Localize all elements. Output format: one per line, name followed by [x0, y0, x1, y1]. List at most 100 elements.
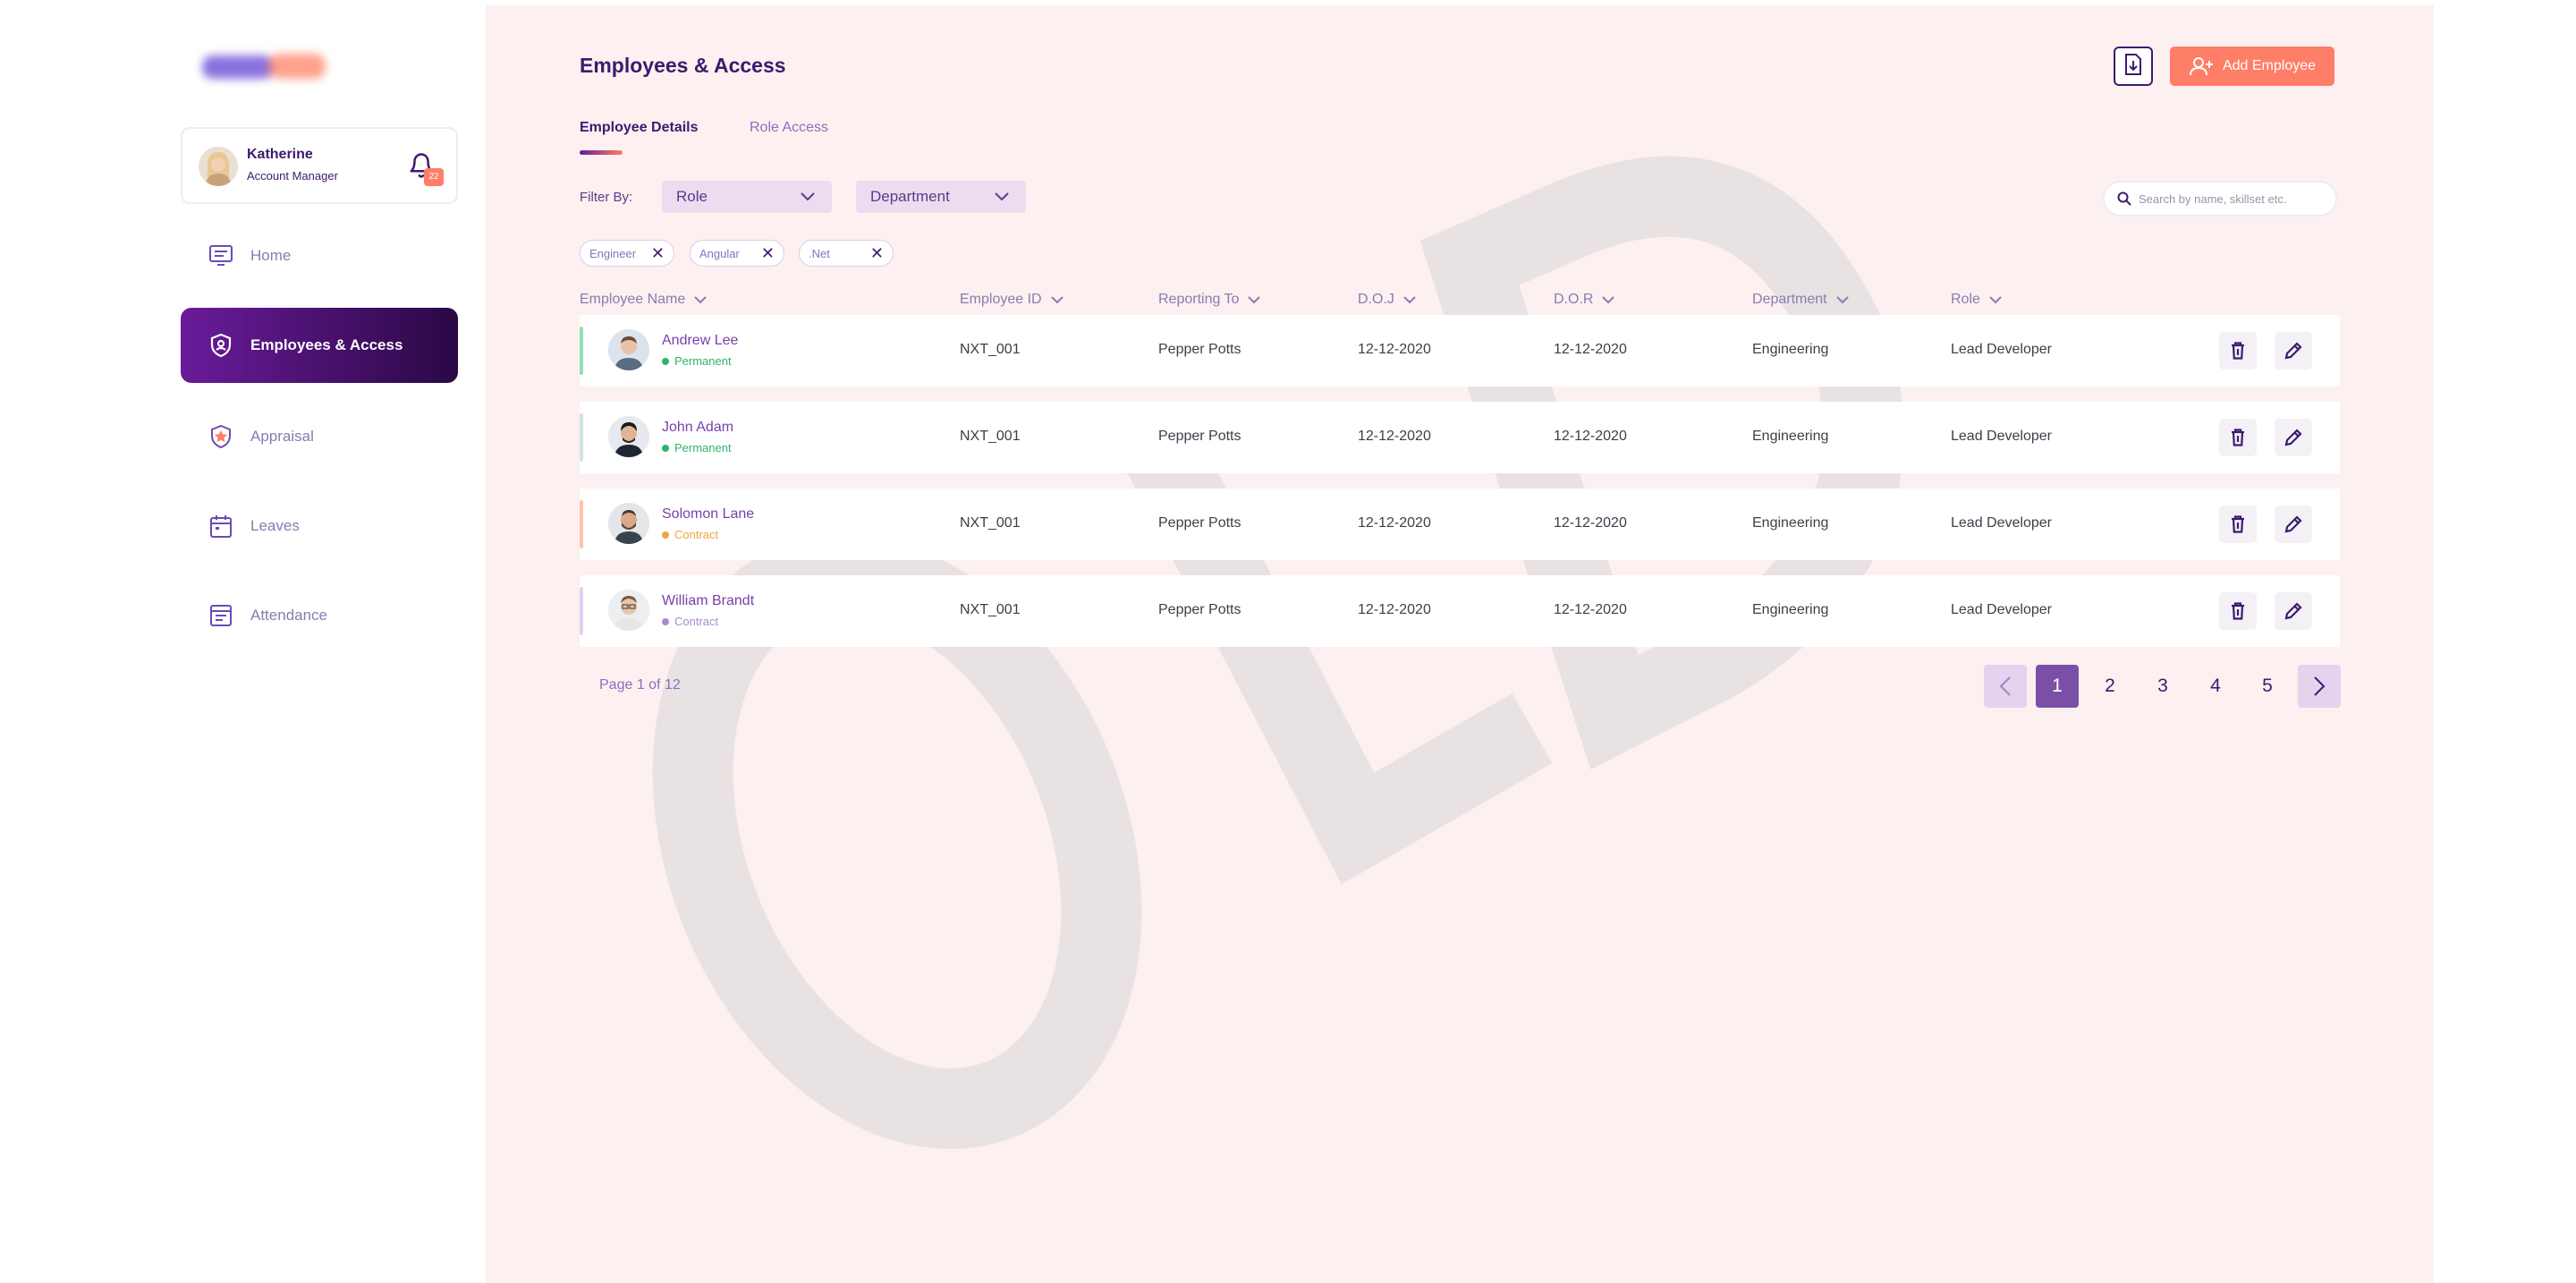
employee-name[interactable]: Solomon Lane	[662, 506, 754, 523]
cell-department: Engineering	[1752, 515, 1829, 531]
cell-reporting-to: Pepper Potts	[1158, 429, 1241, 444]
export-file-icon	[2123, 53, 2143, 81]
user-name: Katherine	[247, 147, 313, 162]
filter-chip-angular[interactable]: Angular ✕	[690, 240, 784, 267]
search-icon	[2117, 191, 2131, 206]
nav-item-employees-access[interactable]: Employees & Access	[181, 308, 458, 383]
filter-label: Filter By:	[580, 190, 633, 205]
column-header-department[interactable]: Department	[1752, 292, 1849, 308]
notification-badge: 22	[424, 168, 444, 186]
delete-button[interactable]	[2219, 592, 2257, 630]
column-header-reporting-to[interactable]: Reporting To	[1158, 292, 1261, 308]
cell-department: Engineering	[1752, 342, 1829, 357]
profile-card[interactable]: Katherine Account Manager 22	[181, 127, 458, 204]
close-icon[interactable]: ✕	[870, 244, 884, 263]
add-user-icon	[2189, 57, 2213, 76]
chevron-left-icon	[1999, 676, 2011, 696]
attendance-icon	[208, 602, 234, 629]
app-root: Katherine Account Manager 22 Home Employ…	[0, 0, 2576, 1283]
calendar-icon	[208, 513, 234, 540]
cell-role: Lead Developer	[1951, 429, 2052, 444]
tab-role-access[interactable]: Role Access	[750, 120, 828, 136]
add-employee-button[interactable]: Add Employee	[2170, 47, 2334, 86]
role-filter-select[interactable]: Role	[662, 181, 832, 213]
pagination-prev-button[interactable]	[1984, 665, 2027, 708]
cell-dor: 12-12-2020	[1554, 342, 1627, 357]
table-row[interactable]: Solomon Lane Contract NXT_001 Pepper Pot…	[580, 489, 2340, 560]
column-header-dor[interactable]: D.O.R	[1554, 292, 1615, 308]
nav-label-home: Home	[250, 247, 292, 264]
table-row[interactable]: Andrew Lee Permanent NXT_001 Pepper Pott…	[580, 315, 2340, 387]
chevron-down-icon	[1835, 295, 1849, 303]
cell-doj: 12-12-2020	[1358, 602, 1431, 617]
edit-button[interactable]	[2275, 332, 2312, 370]
pagination-page-4[interactable]: 4	[2194, 665, 2237, 708]
row-status-bar	[580, 587, 583, 635]
nav-item-attendance[interactable]: Attendance	[181, 578, 458, 653]
search-input[interactable]	[2139, 191, 2318, 206]
active-tab-indicator	[580, 150, 623, 155]
delete-button[interactable]	[2219, 419, 2257, 456]
table-row[interactable]: William Brandt Contract NXT_001 Pepper P…	[580, 575, 2340, 647]
chevron-down-icon	[1602, 295, 1615, 303]
role-filter-value: Role	[676, 188, 708, 205]
employment-status: Permanent	[662, 354, 732, 368]
home-icon	[208, 242, 234, 269]
chip-label: Angular	[699, 246, 740, 260]
column-header-doj[interactable]: D.O.J	[1358, 292, 1416, 308]
nav-item-home[interactable]: Home	[181, 218, 458, 293]
chevron-down-icon	[801, 192, 815, 201]
filter-chip-engineer[interactable]: Engineer ✕	[580, 240, 674, 267]
nav-label-appraisal: Appraisal	[250, 428, 314, 445]
department-filter-value: Department	[870, 188, 950, 205]
cell-employee-id: NXT_001	[960, 429, 1021, 444]
close-icon[interactable]: ✕	[651, 244, 665, 263]
filter-chip-net[interactable]: .Net ✕	[799, 240, 894, 267]
close-icon[interactable]: ✕	[761, 244, 775, 263]
chevron-down-icon	[1989, 295, 2002, 303]
pencil-icon	[2284, 342, 2302, 360]
tab-employee-details[interactable]: Employee Details	[580, 120, 699, 136]
cell-dor: 12-12-2020	[1554, 515, 1627, 531]
chip-label: Engineer	[589, 246, 637, 260]
user-role: Account Manager	[247, 169, 338, 183]
pagination-page-3[interactable]: 3	[2141, 665, 2184, 708]
cell-reporting-to: Pepper Potts	[1158, 342, 1241, 357]
employee-avatar	[608, 329, 649, 370]
edit-button[interactable]	[2275, 592, 2312, 630]
delete-button[interactable]	[2219, 332, 2257, 370]
column-header-employee-name[interactable]: Employee Name	[580, 292, 707, 308]
employee-avatar	[608, 590, 649, 631]
edit-button[interactable]	[2275, 419, 2312, 456]
delete-button[interactable]	[2219, 506, 2257, 543]
export-button[interactable]	[2114, 47, 2153, 86]
edit-button[interactable]	[2275, 506, 2312, 543]
department-filter-select[interactable]: Department	[856, 181, 1026, 213]
cell-doj: 12-12-2020	[1358, 342, 1431, 357]
column-header-employee-id[interactable]: Employee ID	[960, 292, 1063, 308]
pagination-page-5[interactable]: 5	[2246, 665, 2289, 708]
trash-icon	[2232, 429, 2244, 446]
pagination-next-button[interactable]	[2298, 665, 2341, 708]
nav-item-appraisal[interactable]: Appraisal	[181, 399, 458, 474]
cell-role: Lead Developer	[1951, 342, 2052, 357]
employment-status: Contract	[662, 615, 718, 628]
pagination-page-2[interactable]: 2	[2089, 665, 2131, 708]
column-header-role[interactable]: Role	[1951, 292, 2002, 308]
employee-name[interactable]: John Adam	[662, 420, 733, 436]
chevron-down-icon	[1248, 295, 1261, 303]
cell-dor: 12-12-2020	[1554, 602, 1627, 617]
employee-name[interactable]: Andrew Lee	[662, 333, 738, 349]
pagination-page-1[interactable]: 1	[2036, 665, 2079, 708]
table-row[interactable]: John Adam Permanent NXT_001 Pepper Potts…	[580, 402, 2340, 473]
employee-name[interactable]: William Brandt	[662, 593, 754, 609]
search-box[interactable]	[2103, 181, 2337, 217]
shield-icon	[208, 332, 234, 359]
nav-item-leaves[interactable]: Leaves	[181, 489, 458, 564]
cell-reporting-to: Pepper Potts	[1158, 515, 1241, 531]
row-status-bar	[580, 327, 583, 375]
cell-employee-id: NXT_001	[960, 602, 1021, 617]
nav-label-attendance: Attendance	[250, 607, 328, 624]
column-header-label: D.O.J	[1358, 292, 1394, 307]
cell-employee-id: NXT_001	[960, 342, 1021, 357]
